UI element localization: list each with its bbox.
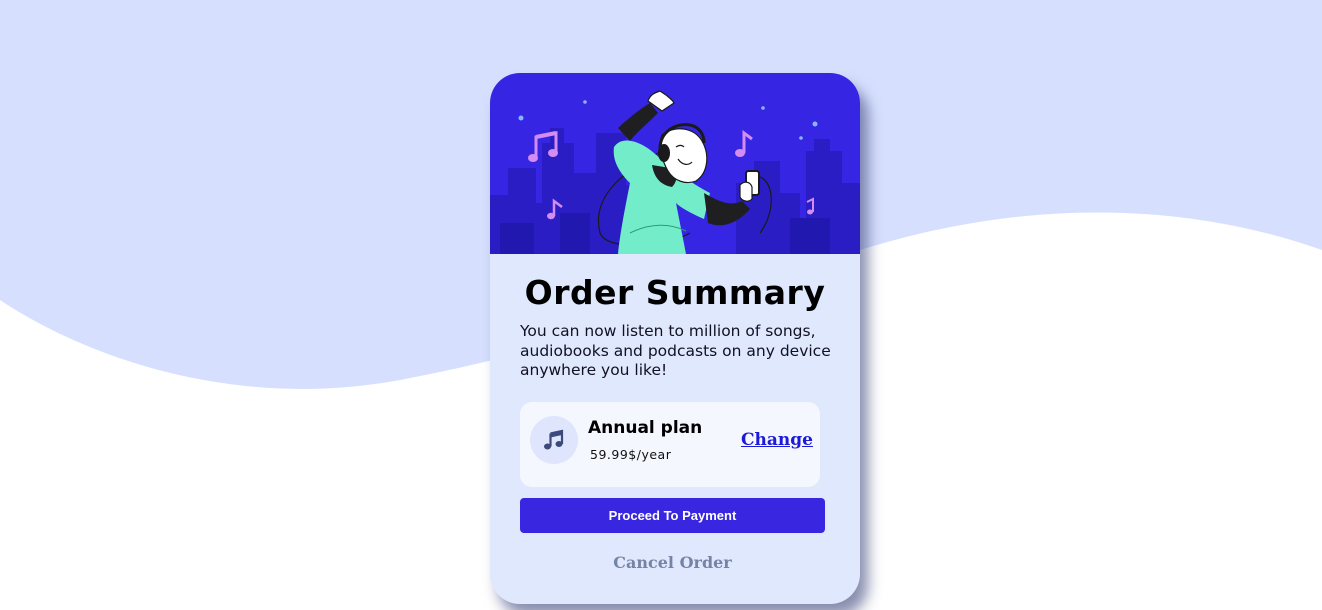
proceed-to-payment-button[interactable]: Proceed To Payment [520,498,825,533]
summary-description: You can now listen to million of songs, … [520,322,831,379]
plan-price: 59.99$/year [590,447,672,462]
page-title: Order Summary [524,273,826,312]
plan-box: Annual plan 59.99$/year Change [520,402,820,487]
hero-illustration [490,73,860,254]
cancel-order-button[interactable]: Cancel Order [520,549,825,575]
change-plan-link[interactable]: Change [741,429,813,451]
plan-name: Annual plan [588,418,703,438]
order-summary-card: Order Summary You can now listen to mill… [490,73,860,604]
music-note-icon [530,416,578,464]
